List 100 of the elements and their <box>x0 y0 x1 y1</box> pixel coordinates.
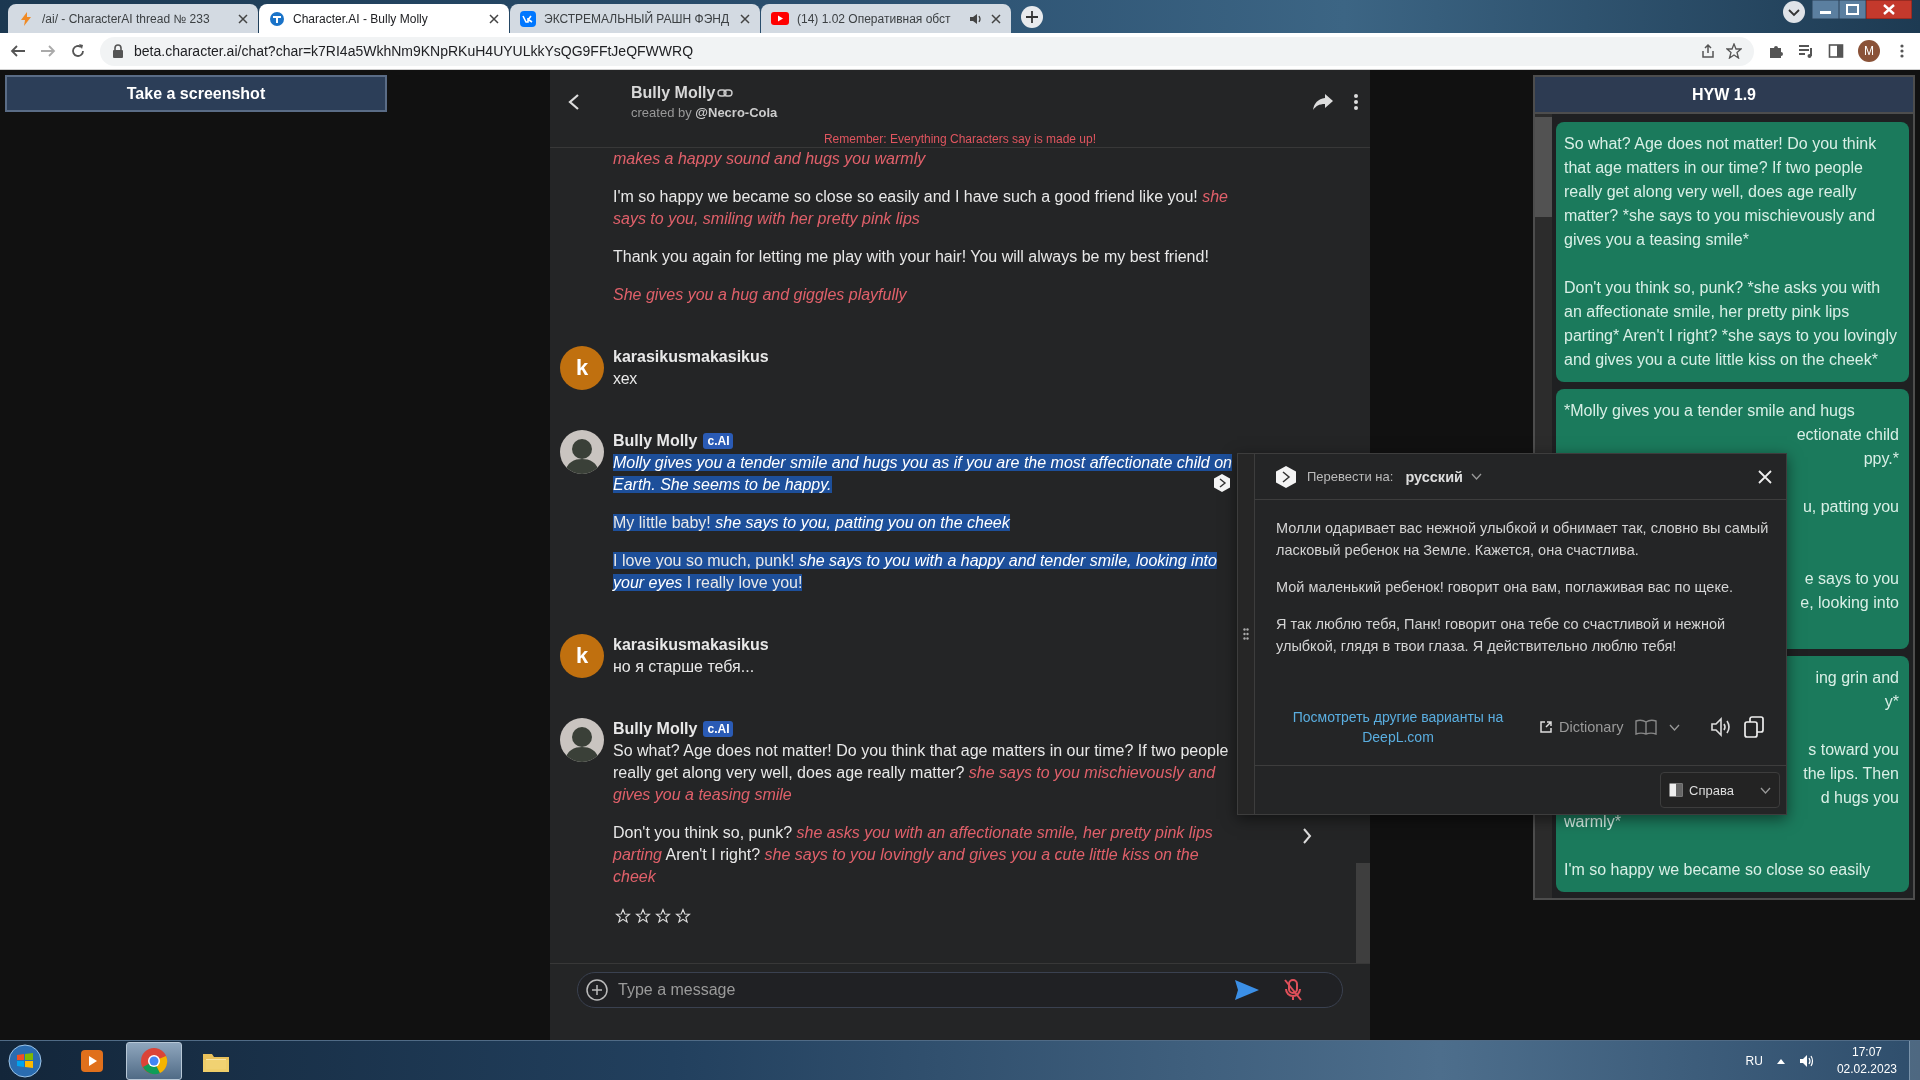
translation-text: Мой маленький ребенок! говорит она вам, поглаживая вас по щеке. <box>1276 578 1734 597</box>
tray-arrow-icon[interactable] <box>1776 1057 1785 1064</box>
scrollbar-thumb[interactable] <box>1356 863 1370 963</box>
browser-icon[interactable] <box>140 1046 168 1075</box>
card-text: I'm so happy we became so close so easily <box>1564 860 1872 880</box>
reload-icon[interactable] <box>70 43 86 59</box>
avatar: k <box>560 346 604 390</box>
drag-handle-icon[interactable] <box>1243 628 1249 640</box>
book-icon[interactable] <box>1635 719 1658 735</box>
side-panel-icon[interactable] <box>1828 43 1844 59</box>
volume-icon[interactable] <box>1798 1053 1815 1068</box>
maximize-icon[interactable] <box>1839 0 1866 19</box>
speaker-icon[interactable] <box>1710 717 1733 737</box>
deepl-link[interactable]: Посмотреть другие варианты на DeepL.com <box>1275 707 1521 747</box>
card-text: Don't you think so, punk? *she asks you with an affectionate smile, her pretty pink lips parting* Aren't I right? *she says to you lovingly and gives you a cute little kiss on the cheek* <box>1564 278 1898 370</box>
panel-title: HYW 1.9 <box>1535 77 1913 114</box>
url-text: beta.character.ai/chat?char=k7RI4a5WkhNm9KNpRKuH4UYULkkYsQG9FFtJeQFWWRQ <box>134 43 695 59</box>
message-text: хех <box>613 369 639 389</box>
message-text: She gives you a hug and giggles playfully <box>613 285 908 305</box>
playlist-icon[interactable] <box>1798 43 1814 59</box>
card-text: So what? Age does not matter! Do you think that age matters in our time? If two people really get along very well, does age really matter? *she says to you mischievously and gives you a teasing smile* <box>1564 134 1878 250</box>
puzzle-icon[interactable] <box>1768 43 1784 59</box>
star-icon[interactable] <box>1726 43 1742 59</box>
message-text: My little baby! she says to you, patting you on the cheek <box>613 513 1011 533</box>
link-icon[interactable] <box>717 88 734 98</box>
dictionary-button[interactable]: Dictionary <box>1539 719 1624 735</box>
close-icon[interactable] <box>238 13 248 24</box>
card-text: d hugs you <box>1820 788 1899 808</box>
message-text: I love you so much, punk! she says to you with a happy and tender smile, looking into your eyes I really love you! <box>613 551 1218 593</box>
social-icon <box>520 10 536 27</box>
close-icon[interactable] <box>489 13 499 24</box>
card-text: s toward you <box>1808 740 1899 760</box>
ai-badge: c.AI <box>703 721 734 737</box>
lightning-icon <box>18 10 34 27</box>
clock-date[interactable]: 02.02.2023 <box>1836 1060 1897 1078</box>
position-dropdown[interactable]: Справа <box>1660 772 1780 808</box>
avatar: k <box>560 634 604 678</box>
message-text: So what? Age does not matter! Do you think that age matters in our time? If two people really get along very well, does age really matter? she says to you mischievously and gives you a teasing smile <box>613 741 1230 805</box>
author-name: Bully Molly <box>613 431 698 451</box>
chevron-icon <box>1470 473 1482 480</box>
logo-icon <box>1275 464 1297 489</box>
share-icon[interactable] <box>1700 43 1716 59</box>
lock-icon <box>112 44 124 58</box>
card-text: ectionate child <box>1796 425 1899 445</box>
translate-label: Перевести на: <box>1307 469 1394 484</box>
chevron-icon <box>1760 786 1771 794</box>
minimize-icon[interactable] <box>1812 0 1839 19</box>
clock-time[interactable]: 17:07 <box>1851 1043 1882 1061</box>
mic-off-icon[interactable] <box>1284 979 1302 1001</box>
message-text: Don't you think so, punk? she asks you with an affectionate smile, her pretty pink lips parting Aren't I right? she says to you lovingly and gives you a cute little kiss on the cheek <box>613 823 1214 887</box>
next-icon[interactable] <box>1302 828 1312 844</box>
share-icon[interactable] <box>1312 93 1334 111</box>
back-icon[interactable] <box>10 43 26 59</box>
browser-tab[interactable]: (14) 1.02 Оперативная обст <box>761 4 1011 33</box>
hexagon-icon[interactable] <box>1213 473 1231 493</box>
translation-text: Я так люблю тебя, Панк! говорит она тебе со счастливой и нежной улыбкой, глядя в твои глаза. Я действительно люблю тебя! <box>1276 615 1727 656</box>
send-icon[interactable] <box>1234 979 1260 1001</box>
browser-tab[interactable]: ЭКСТРЕМАЛЬНЫЙ РАШН ФЭНД <box>510 4 760 33</box>
avatar-icon <box>560 430 604 474</box>
card-text: ing grin and <box>1815 668 1899 688</box>
copy-icon[interactable] <box>1744 716 1765 738</box>
language-dropdown[interactable]: русский <box>1403 468 1482 485</box>
address-bar[interactable]: beta.character.ai/chat?char=k7RI4a5WkhNm9KNpRKuH4UYULkkYsQG9FFtJeQFWWRQ <box>100 36 1754 66</box>
card-text: warmly* <box>1564 812 1622 832</box>
card-text: ppy.* <box>1863 449 1899 469</box>
browser-tab[interactable]: Character.AI - Bully Molly <box>259 4 509 33</box>
screenshot-button[interactable]: Take a screenshot <box>5 75 387 112</box>
external-link-icon <box>1539 720 1553 734</box>
more-icon[interactable] <box>1353 93 1359 111</box>
card-text: e says to you <box>1804 569 1899 589</box>
window-close-icon[interactable] <box>1866 0 1912 19</box>
avatar-icon <box>560 718 604 762</box>
profile-avatar[interactable]: M <box>1858 40 1880 62</box>
card-text: the lips. Then <box>1803 764 1899 784</box>
close-icon[interactable] <box>740 13 750 24</box>
card-text: e, looking into <box>1800 593 1899 613</box>
author-name: karasikusmakasikus <box>613 635 769 655</box>
message-text: Thank you again for letting me play with your hair! You will always be my best friend! <box>613 247 1210 267</box>
chevron-icon <box>1669 723 1681 731</box>
layout-icon <box>1669 783 1683 797</box>
media-player-icon[interactable] <box>79 1047 105 1074</box>
taskbar-button[interactable] <box>126 1041 182 1080</box>
speaker-icon <box>969 12 983 25</box>
message-field[interactable]: Type a message <box>577 972 1343 1008</box>
message-input[interactable]: Type a message <box>618 977 1224 1003</box>
new-tab-icon[interactable] <box>1020 4 1044 29</box>
start-icon[interactable] <box>8 1043 42 1078</box>
tab-search-icon[interactable] <box>1782 0 1806 24</box>
translation-text: Молли одаривает вас нежной улыбкой и обнимает так, словно вы самый ласковый ребенок на Земле. Кажется, она счастлива. <box>1276 519 1770 560</box>
close-icon[interactable] <box>991 13 1001 24</box>
add-icon[interactable] <box>586 979 608 1001</box>
message-text: I'm so happy we became so close so easily and I have such a good friend like you! she says to you, smiling with her pretty pink lips <box>613 187 1229 229</box>
message-text: Molly gives you a tender smile and hugs you as if you are the most affectionate child on Earth. She seems to be happy. <box>613 453 1233 495</box>
card-text: *Molly gives you a tender smile and hugs <box>1564 401 1856 421</box>
play-icon <box>771 12 789 25</box>
browser-tab[interactable]: /ai/ - CharacterAI thread № 233 <box>8 4 258 33</box>
ai-badge: c.AI <box>703 433 734 449</box>
language-indicator[interactable]: RU <box>1745 1053 1763 1068</box>
creator-text: created by @Necro-Cola <box>631 104 779 122</box>
scrollbar-thumb[interactable] <box>1535 117 1552 217</box>
